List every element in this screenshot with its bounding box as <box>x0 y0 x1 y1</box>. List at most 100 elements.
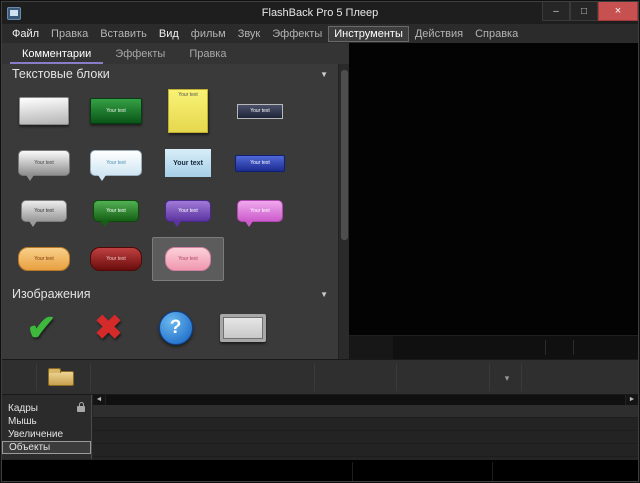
timeline-lane-mouse[interactable] <box>93 418 638 431</box>
image-item-frame[interactable] <box>209 314 276 342</box>
timeline-lane-zoom[interactable] <box>93 431 638 444</box>
text-block-item[interactable]: Your text <box>152 138 224 188</box>
minimize-button[interactable]: – <box>542 2 570 21</box>
video-bottom-block <box>349 336 393 359</box>
text-block-thumb: Your text <box>235 155 285 172</box>
open-file-button[interactable] <box>44 366 78 390</box>
text-block-item[interactable]: Your text <box>224 138 296 188</box>
text-block-label: Your text <box>178 93 198 98</box>
text-block-thumb: Your text <box>21 200 67 222</box>
text-block-item[interactable] <box>8 84 80 138</box>
text-block-item[interactable]: Your text <box>8 188 80 234</box>
text-block-thumb <box>19 97 69 125</box>
track-row-zoom[interactable]: Увеличение <box>2 428 91 441</box>
lock-icon <box>77 406 85 412</box>
video-preview <box>349 43 639 359</box>
text-block-label: Your text <box>106 209 126 214</box>
divider <box>545 340 546 355</box>
text-block-item[interactable]: Your text <box>152 188 224 234</box>
section-images[interactable]: Изображения ▼ <box>2 284 338 304</box>
menu-item-sound[interactable]: Звук <box>232 26 267 42</box>
menu-item-insert[interactable]: Вставить <box>94 26 153 42</box>
scroll-left-icon[interactable]: ◄ <box>93 395 105 405</box>
window-controls: – □ × <box>542 2 638 21</box>
tab-comments[interactable]: Комментарии <box>10 43 103 64</box>
menu-item-tools[interactable]: Инструменты <box>328 26 409 42</box>
text-block-row: Your text Your text Your text <box>2 84 338 138</box>
text-block-thumb: Your text <box>165 149 211 177</box>
panel-scrollbar[interactable] <box>338 64 349 359</box>
text-block-label: Your text <box>173 160 203 167</box>
text-block-label: Your text <box>34 161 54 166</box>
app-window: FlashBack Pro 5 Плеер – □ × Файл Правка … <box>1 1 639 482</box>
text-block-label: Your text <box>250 109 270 114</box>
text-block-item[interactable]: Your text <box>8 234 80 284</box>
timeline-area[interactable]: ◄ ► <box>93 395 638 459</box>
text-block-item[interactable]: Your text <box>224 84 296 138</box>
text-block-row: Your text Your text Your text <box>2 234 338 284</box>
divider <box>573 340 574 355</box>
menu-item-movie[interactable]: фильм <box>185 26 232 42</box>
text-block-item-selected[interactable]: Your text <box>152 237 224 281</box>
hscroll-track[interactable] <box>105 395 626 405</box>
toolbar-separator <box>489 363 490 391</box>
text-block-item[interactable]: Your text <box>80 234 152 284</box>
text-block-item[interactable]: Your text <box>80 84 152 138</box>
folder-icon <box>48 371 74 386</box>
timeline-hscrollbar[interactable]: ◄ ► <box>93 395 638 405</box>
divider <box>352 462 353 481</box>
text-block-label: Your text <box>106 161 126 166</box>
image-item-check[interactable]: ✔ <box>8 307 75 349</box>
maximize-button[interactable]: □ <box>570 2 598 21</box>
track-row-frames[interactable]: Кадры <box>2 402 91 415</box>
text-block-thumb: Your text <box>90 98 142 124</box>
timeline-lane-objects[interactable] <box>93 444 638 457</box>
toolbar-separator <box>521 363 522 391</box>
menu-item-file[interactable]: Файл <box>6 26 45 42</box>
scroll-right-icon[interactable]: ► <box>626 395 638 405</box>
track-label: Мышь <box>8 416 37 427</box>
text-block-item[interactable]: Your text <box>80 138 152 188</box>
title-bar[interactable]: FlashBack Pro 5 Плеер – □ × <box>2 2 638 24</box>
text-block-label: Your text <box>106 109 126 114</box>
track-label: Кадры <box>8 403 38 414</box>
text-block-thumb: Your text <box>237 200 283 222</box>
image-stamps-row: ✔ ✖ ? <box>2 304 338 352</box>
text-block-item[interactable]: Your text <box>152 84 224 138</box>
menu-item-view[interactable]: Вид <box>153 26 185 42</box>
close-button[interactable]: × <box>598 2 638 21</box>
text-block-item[interactable]: Your text <box>80 188 152 234</box>
tab-edit[interactable]: Правка <box>177 43 238 64</box>
scrollbar-thumb[interactable] <box>341 70 348 240</box>
track-row-mouse[interactable]: Мышь <box>2 415 91 428</box>
image-item-cross[interactable]: ✖ <box>75 308 142 348</box>
tab-effects[interactable]: Эффекты <box>103 43 177 64</box>
menu-item-edit[interactable]: Правка <box>45 26 94 42</box>
menu-item-actions[interactable]: Действия <box>409 26 469 42</box>
chevron-down-icon: ▾ <box>505 373 510 384</box>
timeline-toolbar: ▾ <box>2 359 638 395</box>
track-label: Объекты <box>9 442 50 453</box>
text-block-thumb: Your text <box>165 247 211 271</box>
track-row-objects[interactable]: Объекты <box>2 441 91 454</box>
menu-item-effects[interactable]: Эффекты <box>266 26 328 42</box>
cross-icon: ✖ <box>94 308 123 348</box>
section-title: Текстовые блоки <box>12 67 110 81</box>
toolbar-dropdown-button[interactable]: ▾ <box>494 368 520 388</box>
text-block-item[interactable]: Your text <box>224 188 296 234</box>
toolbar-separator <box>36 363 37 391</box>
menu-item-help[interactable]: Справка <box>469 26 524 42</box>
track-panel: Кадры Мышь Увеличение Объекты ◄ ► <box>2 395 638 459</box>
collapse-icon: ▼ <box>320 290 328 299</box>
text-block-label: Your text <box>178 209 198 214</box>
text-block-item[interactable]: Your text <box>8 138 80 188</box>
text-block-label: Your text <box>106 257 126 262</box>
section-text-blocks[interactable]: Текстовые блоки ▼ <box>2 64 338 84</box>
text-block-label: Your text <box>34 257 54 262</box>
frame-icon <box>220 314 266 342</box>
comments-panel: Текстовые блоки ▼ Your text Your text Yo… <box>2 64 338 359</box>
timeline-lane-frames[interactable] <box>93 405 638 418</box>
text-block-row: Your text Your text Your text Your text <box>2 188 338 234</box>
image-item-question[interactable]: ? <box>142 311 209 345</box>
text-block-row: Your text Your text Your text Your text <box>2 138 338 188</box>
